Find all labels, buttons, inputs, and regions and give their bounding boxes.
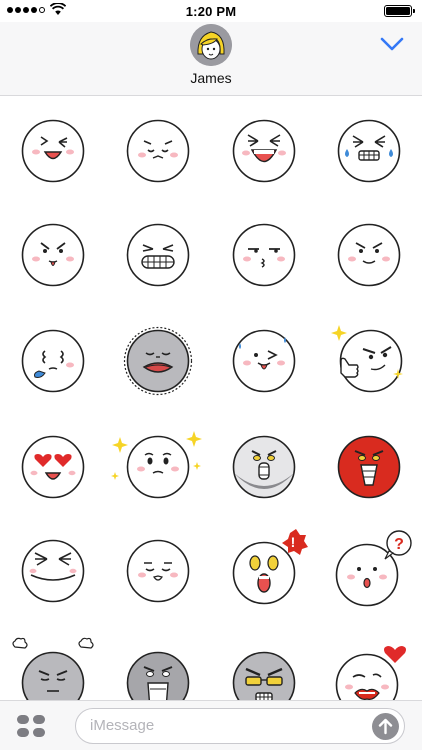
sticker-wide-grin-closed-eyes[interactable]: [21, 539, 85, 603]
send-arrow-icon: [378, 718, 393, 735]
contact-name[interactable]: James: [0, 70, 422, 86]
sticker-drooling-sleepy[interactable]: [21, 329, 85, 393]
sticker-grey-scream[interactable]: [126, 651, 190, 700]
sticker-smug-kiss[interactable]: [232, 223, 296, 287]
sticker-heart-red-lips[interactable]: [335, 646, 406, 700]
sticker-annoyed-smirk[interactable]: [337, 223, 401, 287]
imessage-field[interactable]: [75, 708, 405, 744]
battery-icon: [384, 5, 415, 17]
status-time: 1:20 PM: [185, 4, 237, 19]
sticker-content-squint[interactable]: [126, 119, 190, 183]
sticker-sparkle-moved[interactable]: [111, 431, 202, 499]
sticker-crying-laugh[interactable]: [337, 119, 401, 183]
sticker-steaming-grey[interactable]: [12, 637, 94, 700]
sticker-calm-blush[interactable]: [126, 539, 190, 603]
sticker-big-laugh[interactable]: [232, 119, 296, 183]
send-button[interactable]: [372, 713, 399, 740]
sticker-heart-eyes[interactable]: [21, 435, 85, 499]
sticker-sick-grey[interactable]: [123, 326, 193, 396]
avatar-icon[interactable]: [190, 24, 232, 66]
sticker-metallic-scream[interactable]: [232, 435, 296, 499]
svg-text:!: !: [291, 534, 296, 550]
sticker-grid: ! ?: [0, 97, 422, 700]
svg-text:?: ?: [394, 536, 404, 553]
message-input-bar: [0, 700, 422, 750]
sticker-gritted-teeth[interactable]: [126, 223, 190, 287]
app-drawer-icon[interactable]: [16, 714, 46, 738]
sticker-laugh-wink[interactable]: [21, 119, 85, 183]
sticker-confused-question[interactable]: ?: [335, 530, 412, 607]
imessage-input[interactable]: [90, 717, 360, 734]
sticker-angry-tongue[interactable]: [21, 223, 85, 287]
sticker-shock-exclamation[interactable]: !: [232, 529, 308, 605]
status-bar: 1:20 PM: [0, 0, 422, 22]
chevron-down-icon[interactable]: [380, 36, 404, 52]
conversation-header: James: [0, 22, 422, 96]
sticker-thumbs-up-cool[interactable]: [331, 325, 403, 393]
sticker-wink-tongue-sweat[interactable]: [232, 329, 296, 393]
sticker-sunglasses-grey[interactable]: [232, 651, 296, 700]
sticker-red-angry-shout[interactable]: [337, 435, 401, 499]
